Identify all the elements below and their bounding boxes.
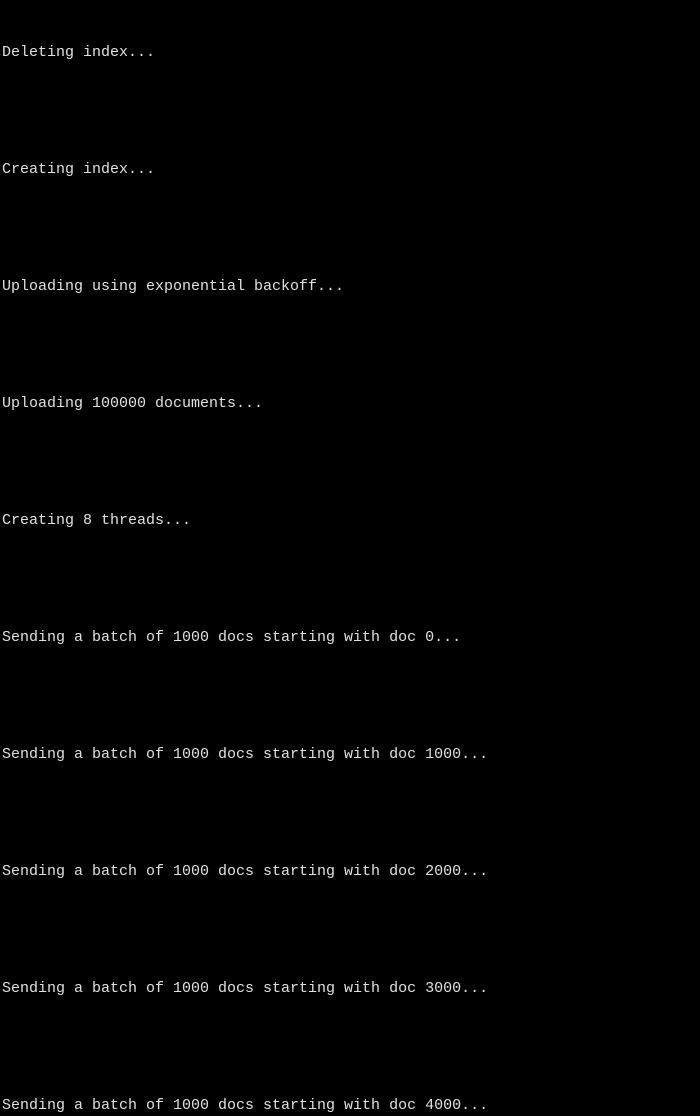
blank-line [2,921,698,941]
blank-line [2,687,698,707]
log-line: Sending a batch of 1000 docs starting wi… [2,1096,698,1116]
log-line: Deleting index... [2,43,698,63]
log-line: Uploading using exponential backoff... [2,277,698,297]
log-line: Sending a batch of 1000 docs starting wi… [2,862,698,882]
blank-line [2,453,698,473]
log-line: Sending a batch of 1000 docs starting wi… [2,979,698,999]
log-line: Sending a batch of 1000 docs starting wi… [2,745,698,765]
blank-line [2,1038,698,1058]
terminal-output: Deleting index... Creating index... Uplo… [2,4,698,1116]
log-line: Sending a batch of 1000 docs starting wi… [2,628,698,648]
log-line: Creating index... [2,160,698,180]
blank-line [2,219,698,239]
blank-line [2,102,698,122]
blank-line [2,804,698,824]
blank-line [2,570,698,590]
log-line: Creating 8 threads... [2,511,698,531]
log-line: Uploading 100000 documents... [2,394,698,414]
blank-line [2,336,698,356]
